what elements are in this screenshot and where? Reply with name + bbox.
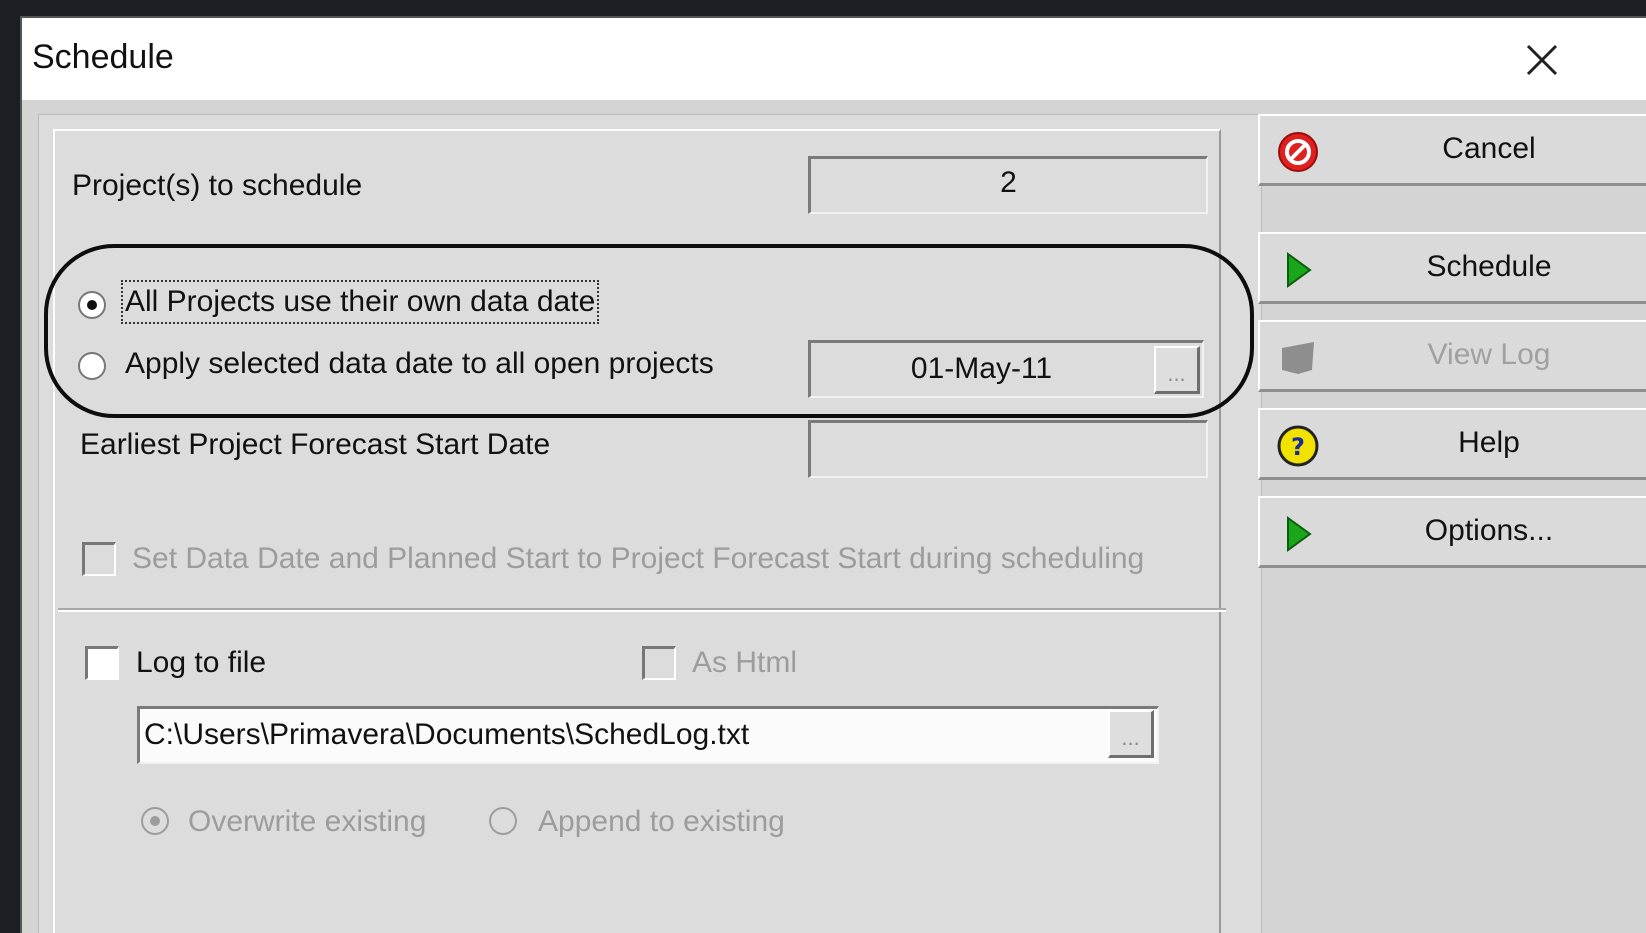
data-date-picker-button[interactable]: ... xyxy=(1154,346,1200,394)
play-icon xyxy=(1287,252,1312,288)
own-data-date-label[interactable]: All Projects use their own data date xyxy=(120,280,600,324)
log-to-file-checkbox[interactable] xyxy=(85,646,119,680)
log-file-path-input[interactable]: C:\Users\Primavera\Documents\SchedLog.tx… xyxy=(137,706,1159,764)
play-icon xyxy=(1287,516,1312,552)
cancel-icon xyxy=(1278,132,1318,172)
projects-to-schedule-label: Project(s) to schedule xyxy=(72,169,363,202)
data-date-field[interactable]: 01-May-11 xyxy=(808,340,1204,398)
set-data-date-label: Set Data Date and Planned Start to Proje… xyxy=(132,542,1145,575)
earliest-start-label: Earliest Project Forecast Start Date xyxy=(80,428,551,461)
svg-text:?: ? xyxy=(1291,433,1305,461)
as-html-label: As Html xyxy=(692,646,797,679)
cancel-button[interactable]: Cancel xyxy=(1258,114,1646,186)
apply-selected-date-label[interactable]: Apply selected data date to all open pro… xyxy=(125,346,714,382)
view-log-label: View Log xyxy=(1427,338,1551,371)
schedule-dialog: Schedule Project(s) to schedule 2 All Pr… xyxy=(20,16,1646,933)
options-button[interactable]: Options... xyxy=(1258,496,1646,568)
append-label: Append to existing xyxy=(538,805,785,838)
data-date-value: 01-May-11 xyxy=(910,352,1053,385)
apply-selected-date-radio[interactable] xyxy=(77,351,107,381)
view-log-icon xyxy=(1282,342,1314,374)
set-data-date-checkbox xyxy=(82,542,116,576)
log-file-browse-button[interactable]: ... xyxy=(1108,710,1154,758)
earliest-start-field xyxy=(808,420,1208,478)
schedule-button[interactable]: Schedule xyxy=(1258,232,1646,304)
help-icon: ? xyxy=(1277,425,1319,467)
help-button[interactable]: ? Help xyxy=(1258,408,1646,480)
overwrite-label: Overwrite existing xyxy=(188,805,427,838)
log-to-file-label[interactable]: Log to file xyxy=(136,645,266,681)
title-bar: Schedule xyxy=(22,18,1646,100)
schedule-label: Schedule xyxy=(1426,250,1552,283)
view-log-button: View Log xyxy=(1258,320,1646,392)
close-icon[interactable] xyxy=(1522,40,1562,80)
options-label: Options... xyxy=(1424,514,1554,547)
cancel-label: Cancel xyxy=(1442,132,1536,165)
append-radio xyxy=(489,807,517,835)
as-html-checkbox xyxy=(642,646,676,680)
projects-to-schedule-value: 2 xyxy=(808,156,1208,214)
log-file-path-value: C:\Users\Primavera\Documents\SchedLog.tx… xyxy=(144,718,750,751)
dialog-title: Schedule xyxy=(32,38,174,76)
help-label: Help xyxy=(1458,426,1520,459)
overwrite-radio xyxy=(141,807,169,835)
own-data-date-radio[interactable] xyxy=(77,290,107,320)
